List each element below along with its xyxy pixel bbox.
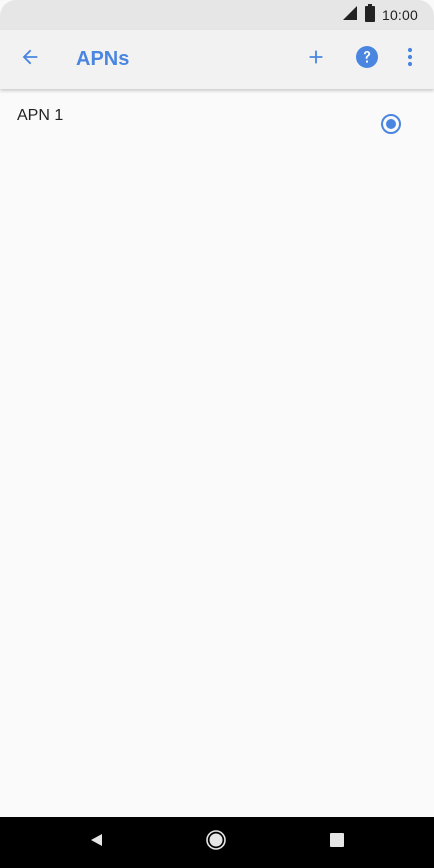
back-arrow-icon (19, 46, 41, 73)
apn-radio-button[interactable] (380, 113, 402, 140)
screen: 10:00 APNs APN 1 (0, 0, 434, 868)
plus-icon (305, 46, 327, 73)
list-item[interactable]: APN 1 (0, 89, 434, 161)
page-title: APNs (76, 48, 130, 70)
battery-icon (364, 3, 375, 27)
signal-icon (342, 5, 358, 26)
more-vert-icon (407, 47, 413, 72)
app-bar: APNs (0, 30, 434, 89)
nav-back-button[interactable] (84, 830, 108, 854)
radio-selected-icon (380, 113, 402, 140)
help-icon (355, 45, 379, 74)
nav-recents-icon (330, 832, 344, 852)
status-time: 10:00 (381, 7, 418, 23)
add-apn-button[interactable] (298, 41, 334, 77)
nav-back-icon (88, 832, 104, 853)
nav-home-button[interactable] (204, 829, 228, 856)
back-button[interactable] (12, 41, 48, 77)
status-bar: 10:00 (0, 0, 434, 30)
more-options-button[interactable] (397, 41, 423, 77)
help-button[interactable] (349, 41, 385, 77)
status-bar-right: 10:00 (342, 0, 418, 30)
navigation-bar (0, 817, 434, 868)
nav-recents-button[interactable] (325, 830, 349, 854)
nav-home-icon (205, 829, 227, 856)
apn-name: APN 1 (17, 107, 64, 124)
apn-list: APN 1 (0, 89, 434, 817)
